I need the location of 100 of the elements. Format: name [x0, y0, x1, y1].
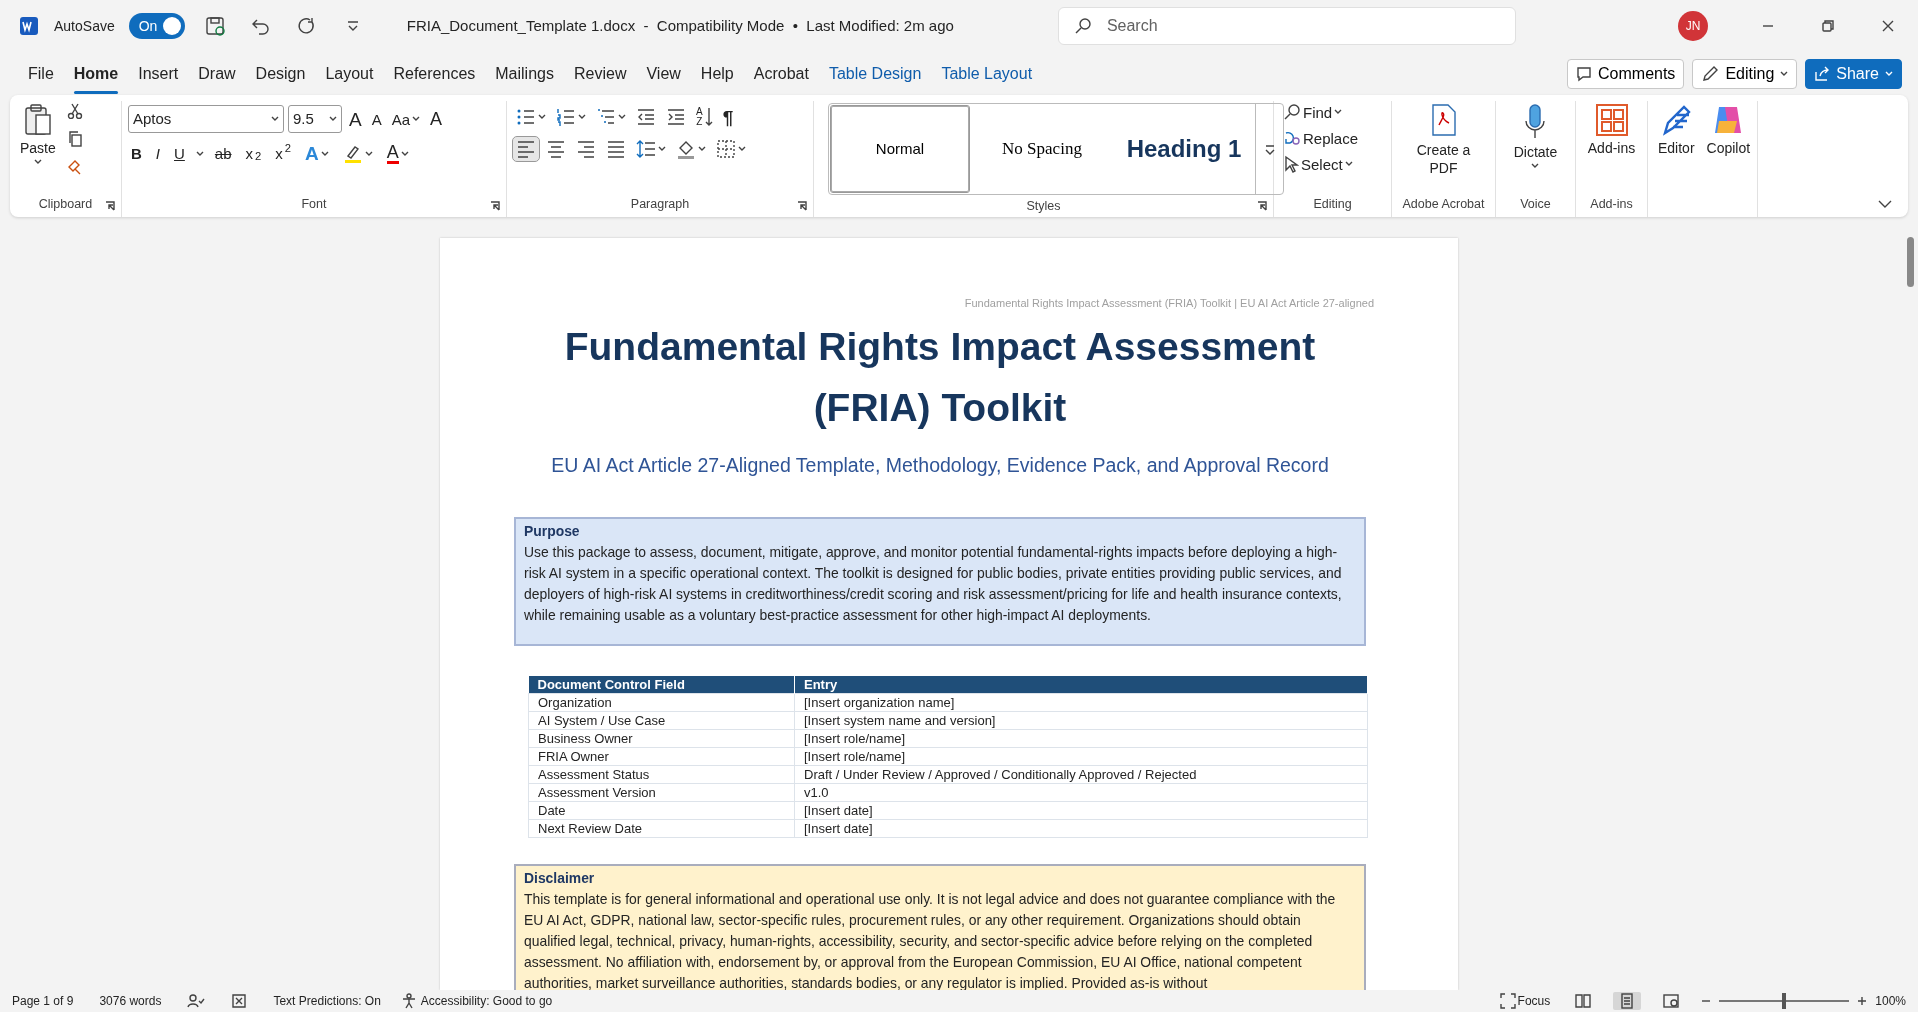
- style-option[interactable]: No Spacing: [973, 106, 1111, 192]
- zoom-level[interactable]: 100%: [1875, 992, 1906, 1010]
- copilot-button[interactable]: Copilot: [1702, 101, 1755, 217]
- alignment-button[interactable]: [513, 137, 539, 161]
- page-count[interactable]: Page 1 of 9: [12, 992, 74, 1010]
- search-icon: [1073, 17, 1092, 35]
- menu-tab[interactable]: Table Layout: [931, 57, 1043, 90]
- more-styles-icon[interactable]: [1263, 143, 1276, 156]
- list-icon: [516, 107, 536, 127]
- accessibility-status[interactable]: Accessibility: Good to go: [420, 992, 553, 1010]
- table-cell: [Insert date]: [794, 801, 1368, 820]
- text-effects-button[interactable]: A: [302, 142, 332, 165]
- proofing-icon: [187, 993, 206, 1009]
- accessibility-icon: [400, 993, 417, 1009]
- running-header: Fundamental Rights Impact Assessment (FRIA) Toolkit | EU AI Act Article 27-aligned: [963, 296, 1374, 311]
- find-button[interactable]: Find: [1280, 101, 1362, 123]
- table-cell: Assessment Status: [528, 765, 795, 784]
- change-case-button[interactable]: Aa: [388, 109, 424, 129]
- caret-icon: [1334, 109, 1343, 115]
- menu-tab[interactable]: Mailings: [485, 57, 564, 90]
- user-avatar[interactable]: JN: [1678, 11, 1708, 41]
- autosave-toggle[interactable]: On: [128, 13, 185, 39]
- plus-icon: [1857, 996, 1868, 1006]
- menu-tab[interactable]: Draw: [188, 57, 246, 90]
- caret-icon: [400, 150, 409, 157]
- caret-icon: [658, 146, 666, 152]
- search-field[interactable]: Search: [1057, 7, 1516, 45]
- dialog-launcher-icon[interactable]: [105, 201, 115, 211]
- strikethrough-button[interactable]: ab: [211, 144, 235, 163]
- superscript-button[interactable]: x$^{2}$: [272, 144, 295, 163]
- clipboard-icon: [22, 103, 53, 137]
- menu-tab[interactable]: Design: [245, 57, 316, 90]
- bold-button[interactable]: B: [128, 144, 145, 163]
- caret-icon: [578, 114, 586, 120]
- replace-icon: [1283, 129, 1301, 147]
- add-ins-button[interactable]: Add-ins: [1583, 101, 1640, 193]
- paste-button[interactable]: Paste: [16, 101, 60, 193]
- menu-tab[interactable]: Layout: [315, 57, 384, 90]
- create-pdf-button[interactable]: Create a PDF: [1409, 101, 1478, 193]
- menu-tab[interactable]: Table Design: [818, 57, 932, 90]
- group-label: Styles: [1026, 198, 1061, 215]
- text-predictions-status[interactable]: Text Predictions: On: [273, 992, 381, 1010]
- italic-button[interactable]: I: [152, 144, 163, 163]
- show-marks-button[interactable]: ¶: [719, 105, 737, 129]
- dialog-launcher-icon[interactable]: [1257, 201, 1267, 211]
- menu-tab[interactable]: Acrobat: [743, 57, 819, 90]
- select-button[interactable]: Select: [1280, 153, 1362, 175]
- document-title[interactable]: FRIA_Document_Template 1.docx - Compatibility Mode • Last Modified: 2m ago: [406, 14, 954, 38]
- font-name-field[interactable]: Aptos: [128, 105, 284, 133]
- comments-button[interactable]: Comments: [1567, 58, 1685, 89]
- focus-button[interactable]: Focus: [1496, 991, 1554, 1011]
- close-icon[interactable]: [1882, 20, 1894, 32]
- style-option[interactable]: Normal: [831, 106, 969, 192]
- zoom-slider-thumb[interactable]: [1782, 993, 1787, 1009]
- pencil-icon: [1701, 64, 1720, 83]
- editor-button[interactable]: Editor: [1654, 101, 1699, 217]
- font-size-field[interactable]: 9.5: [288, 105, 342, 133]
- font-color-button[interactable]: A: [383, 141, 412, 166]
- underline-button[interactable]: U: [171, 144, 188, 163]
- highlighter-icon: [342, 143, 363, 164]
- justify-icon: [606, 139, 626, 159]
- scrollbar-thumb[interactable]: [1907, 237, 1914, 287]
- word-count[interactable]: 3076 words: [99, 992, 162, 1010]
- line-spacing-icon: [636, 139, 656, 159]
- menu-tab[interactable]: Insert: [128, 57, 189, 90]
- editing-button[interactable]: Editing: [1692, 58, 1798, 89]
- dictate-button[interactable]: Dictate: [1509, 101, 1562, 193]
- caret-icon: [329, 116, 337, 122]
- group-label: Add-ins: [1590, 196, 1633, 213]
- caret-icon: [195, 150, 204, 157]
- table-cell: AI System / Use Case: [528, 711, 795, 730]
- autosave-label: AutoSave: [54, 16, 115, 36]
- group-label: Voice: [1520, 196, 1551, 213]
- menu-tab[interactable]: View: [636, 57, 691, 90]
- document-title-heading: Fundamental Rights Impact Assessment (FRIA) Toolkit: [563, 323, 1317, 431]
- align-right-icon: [576, 139, 596, 159]
- grow-font-button[interactable]: A: [346, 107, 365, 131]
- table-cell: Assessment Version: [528, 783, 795, 802]
- dialog-launcher-icon[interactable]: [490, 201, 500, 211]
- replace-button[interactable]: Replace: [1280, 127, 1362, 149]
- collapse-ribbon-icon[interactable]: [1878, 199, 1892, 209]
- style-option[interactable]: Heading 1: [1115, 106, 1253, 192]
- dialog-launcher-icon[interactable]: [797, 201, 807, 211]
- caret-icon: [1885, 70, 1893, 77]
- restore-icon[interactable]: [1822, 20, 1834, 32]
- menu-tab[interactable]: Help: [690, 57, 744, 90]
- save-icon[interactable]: [204, 16, 225, 36]
- clear-formatting-button[interactable]: A: [427, 108, 446, 130]
- align-left-icon: [516, 139, 536, 159]
- subscript-button[interactable]: x$_{2}$: [242, 144, 265, 163]
- menu-tab[interactable]: References: [383, 57, 486, 90]
- purpose-heading: Purpose: [524, 521, 581, 541]
- menu-tab[interactable]: Review: [563, 57, 637, 90]
- shrink-font-button[interactable]: A: [368, 109, 385, 129]
- share-button[interactable]: Share: [1805, 58, 1902, 89]
- sort-button[interactable]: A Z: [693, 105, 716, 129]
- borders-icon: [716, 139, 736, 159]
- redo-icon[interactable]: [296, 16, 317, 36]
- view-button[interactable]: [1613, 992, 1642, 1010]
- menu-tab[interactable]: File: [18, 57, 64, 90]
